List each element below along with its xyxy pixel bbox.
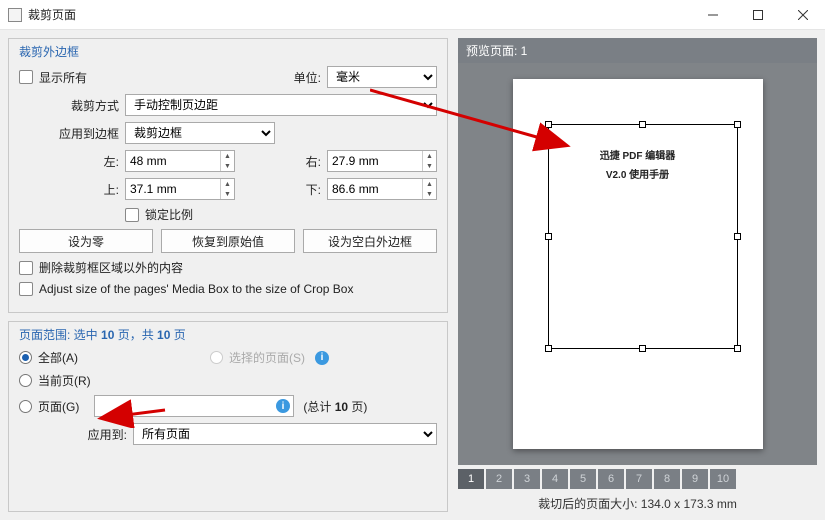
delete-outside-label: 删除裁剪框区域以外的内容 (39, 259, 183, 276)
page-thumb[interactable]: 9 (682, 469, 708, 489)
apply-to-select[interactable]: 所有页面 (133, 423, 437, 445)
apply-to-label: 应用到: (57, 426, 127, 443)
crop-method-select[interactable]: 手动控制页边距 (125, 94, 437, 116)
crop-handle[interactable] (639, 345, 646, 352)
pages-radio[interactable] (19, 400, 32, 413)
all-pages-label: 全部(A) (38, 349, 78, 366)
show-all-label: 显示所有 (39, 69, 87, 86)
crop-margins-group: 裁剪外边框 显示所有 单位: 毫米 裁剪方式 手动控制页边距 应用到边框 裁剪边… (8, 38, 448, 313)
crop-handle[interactable] (734, 233, 741, 240)
bottom-spinner[interactable]: ▲▼ (327, 178, 437, 200)
total-pages-label: (总计 10 页) (300, 398, 367, 415)
current-page-label: 当前页(R) (38, 372, 91, 389)
lock-ratio-checkbox[interactable] (125, 208, 139, 222)
selected-pages-label: 选择的页面(S) (229, 349, 305, 366)
page-thumbnails: 12345678910 (458, 469, 817, 489)
crop-box[interactable] (548, 124, 738, 349)
crop-handle[interactable] (734, 121, 741, 128)
apply-to-box-select[interactable]: 裁剪边框 (125, 122, 275, 144)
page-thumb[interactable]: 2 (486, 469, 512, 489)
titlebar: 裁剪页面 (0, 0, 825, 30)
selected-pages-radio[interactable] (210, 351, 223, 364)
bottom-label: 下: (301, 181, 321, 198)
adjust-mediabox-label: Adjust size of the pages' Media Box to t… (39, 282, 353, 296)
preview-page: 迅捷 PDF 编辑器 V2.0 使用手册 (513, 79, 763, 449)
crop-handle[interactable] (545, 345, 552, 352)
all-pages-radio[interactable] (19, 351, 32, 364)
top-label: 上: (19, 181, 119, 198)
unit-select[interactable]: 毫米 (327, 66, 437, 88)
preview-area[interactable]: 迅捷 PDF 编辑器 V2.0 使用手册 (458, 63, 817, 465)
close-button[interactable] (780, 0, 825, 29)
pages-label: 页面(G) (38, 398, 88, 415)
pages-input[interactable] (94, 395, 294, 417)
window-title: 裁剪页面 (28, 6, 76, 23)
right-spinner[interactable]: ▲▼ (327, 150, 437, 172)
blank-margin-button[interactable]: 设为空白外边框 (303, 229, 437, 253)
crop-method-label: 裁剪方式 (19, 97, 119, 114)
delete-outside-checkbox[interactable] (19, 261, 33, 275)
group-title: 裁剪外边框 (19, 43, 437, 60)
maximize-button[interactable] (735, 0, 780, 29)
crop-handle[interactable] (639, 121, 646, 128)
left-label: 左: (19, 153, 119, 170)
group-title: 页面范围: 选中 10 页，共 10 页 (19, 326, 437, 343)
cropped-size-label: 裁切后的页面大小: 134.0 x 173.3 mm (458, 495, 817, 512)
app-icon (8, 8, 22, 22)
page-thumb[interactable]: 1 (458, 469, 484, 489)
crop-handle[interactable] (734, 345, 741, 352)
left-spinner[interactable]: ▲▼ (125, 150, 235, 172)
page-thumb[interactable]: 5 (570, 469, 596, 489)
info-icon[interactable]: i (276, 399, 290, 413)
info-icon[interactable]: i (315, 351, 329, 365)
crop-handle[interactable] (545, 233, 552, 240)
page-range-group: 页面范围: 选中 10 页，共 10 页 全部(A) 选择的页面(S) i 当前… (8, 321, 448, 512)
page-thumb[interactable]: 4 (542, 469, 568, 489)
page-thumb[interactable]: 6 (598, 469, 624, 489)
top-spinner[interactable]: ▲▼ (125, 178, 235, 200)
page-thumb[interactable]: 10 (710, 469, 736, 489)
current-page-radio[interactable] (19, 374, 32, 387)
right-label: 右: (301, 153, 321, 170)
crop-handle[interactable] (545, 121, 552, 128)
preview-header: 预览页面: 1 (458, 38, 817, 63)
lock-ratio-label: 锁定比例 (145, 206, 193, 223)
page-thumb[interactable]: 3 (514, 469, 540, 489)
apply-to-box-label: 应用到边框 (19, 125, 119, 142)
minimize-button[interactable] (690, 0, 735, 29)
set-zero-button[interactable]: 设为零 (19, 229, 153, 253)
restore-button[interactable]: 恢复到原始值 (161, 229, 295, 253)
page-thumb[interactable]: 7 (626, 469, 652, 489)
unit-label: 单位: (294, 69, 321, 86)
adjust-mediabox-checkbox[interactable] (19, 282, 33, 296)
page-thumb[interactable]: 8 (654, 469, 680, 489)
show-all-checkbox[interactable] (19, 70, 33, 84)
